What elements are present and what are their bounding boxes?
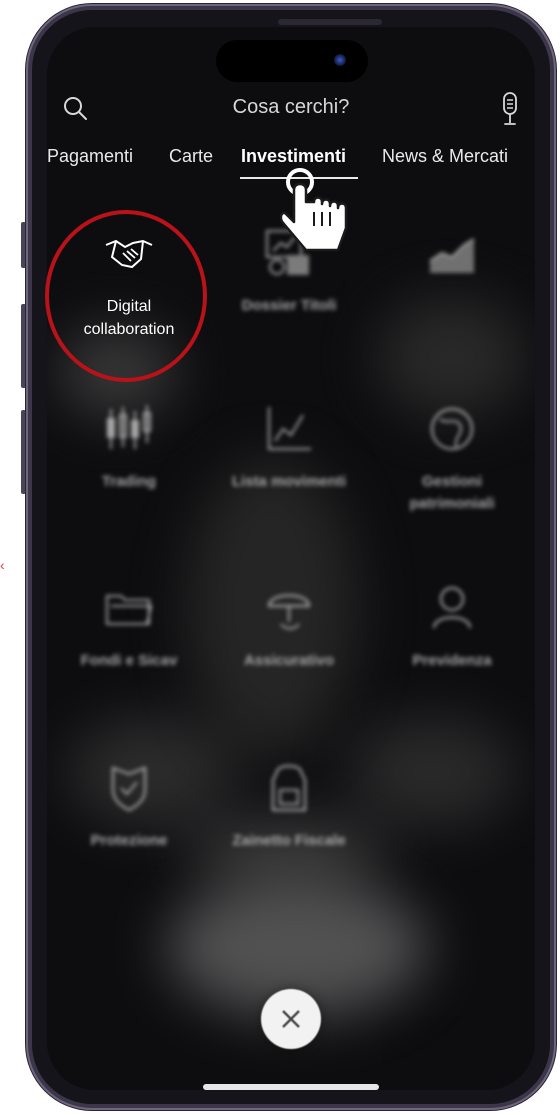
tile-label: Protezione: [90, 832, 168, 849]
search-bar[interactable]: Cosa cerchi?: [47, 89, 535, 129]
area-chart-icon: [429, 238, 475, 273]
tile-fondi-e-sicav[interactable]: Fondi e Sicav: [64, 582, 194, 672]
candlestick-icon: [107, 405, 151, 449]
search-input[interactable]: Cosa cerchi?: [47, 96, 535, 119]
speaker-grille: [278, 19, 382, 25]
tile-label: Lista movimenti: [231, 473, 347, 490]
tile-zainetto-fiscale[interactable]: Zainetto Fiscale: [224, 762, 354, 852]
tab-pagamenti[interactable]: Pagamenti: [47, 146, 133, 167]
tile-label: Previdenza: [412, 652, 492, 669]
shield-icon: [111, 766, 147, 812]
home-indicator: [203, 1084, 379, 1090]
microphone-icon[interactable]: [499, 91, 521, 127]
globe-icon: [430, 407, 474, 451]
close-icon: [282, 1010, 300, 1028]
folder-icon: [106, 595, 153, 625]
tile-previdenza[interactable]: Previdenza: [387, 582, 517, 672]
tile-label: Trading: [101, 473, 157, 490]
tab-news-mercati[interactable]: News & Mercati: [382, 146, 508, 167]
umbrella-icon: [267, 594, 311, 630]
close-button[interactable]: [261, 989, 321, 1049]
edge-marker: ‹: [0, 557, 5, 573]
tile-protezione[interactable]: Protezione: [64, 762, 194, 852]
tab-carte[interactable]: Carte: [169, 146, 213, 167]
tile-assicurativo[interactable]: Assicurativo: [224, 582, 354, 672]
tile-lista-movimenti[interactable]: Lista movimenti: [224, 403, 354, 493]
camera-icon: [334, 54, 346, 66]
highlight-circle: [45, 210, 207, 382]
line-chart-icon: [268, 407, 311, 450]
backpack-icon: [271, 764, 307, 812]
tab-investimenti[interactable]: Investimenti: [241, 146, 346, 167]
person-icon: [432, 586, 472, 629]
tile-trading[interactable]: Trading: [64, 403, 194, 493]
dynamic-island: [216, 40, 368, 82]
tile-label: Dossier Titoli: [241, 297, 337, 314]
tile-label: Zainetto Fiscale: [232, 832, 346, 849]
tile-area-chart[interactable]: [387, 227, 517, 295]
tap-hand-icon: [280, 168, 348, 252]
tile-label: Fondi e Sicav: [80, 652, 178, 669]
tile-gestioni-patrimoniali[interactable]: Gestioni patrimoniali: [387, 403, 517, 515]
tile-label: Assicurativo: [243, 652, 335, 669]
tile-label: Gestioni patrimoniali: [409, 473, 495, 512]
